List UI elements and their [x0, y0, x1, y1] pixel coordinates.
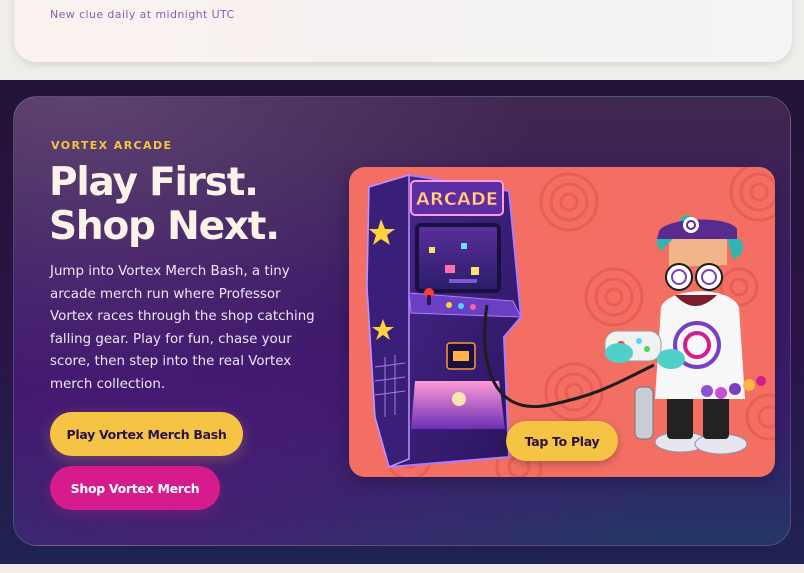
arcade-cabinet-illustration: ARCADE [365, 173, 523, 469]
daily-clue-card: New clue daily at midnight UTC [14, 0, 792, 62]
headline-line-1: Play First. [49, 160, 259, 205]
top-section: New clue daily at midnight UTC [0, 0, 804, 80]
promo-headline: Play First. Shop Next. [49, 160, 280, 249]
play-game-button[interactable]: Play Vortex Merch Bash [50, 412, 243, 456]
professor-vortex-character-illustration [604, 215, 766, 455]
daily-clue-note: New clue daily at midnight UTC [50, 8, 235, 21]
promo-description: Jump into Vortex Merch Bash, a tiny arca… [50, 264, 315, 392]
section-eyebrow: VORTEX ARCADE [51, 139, 173, 152]
arcade-promo-card: VORTEX ARCADE Play First. Shop Next. Jum… [13, 96, 791, 546]
headline-line-2: Shop Next. [49, 204, 280, 249]
cabinet-marquee: ARCADE [416, 189, 498, 210]
game-preview-panel[interactable]: ARCADE Tap To Play [349, 167, 775, 477]
vortex-arcade-section: VORTEX ARCADE Play First. Shop Next. Jum… [0, 80, 804, 564]
tap-to-play-button[interactable]: Tap To Play [506, 421, 618, 461]
bottom-section [0, 564, 804, 573]
shop-merch-button[interactable]: Shop Vortex Merch [50, 466, 220, 510]
